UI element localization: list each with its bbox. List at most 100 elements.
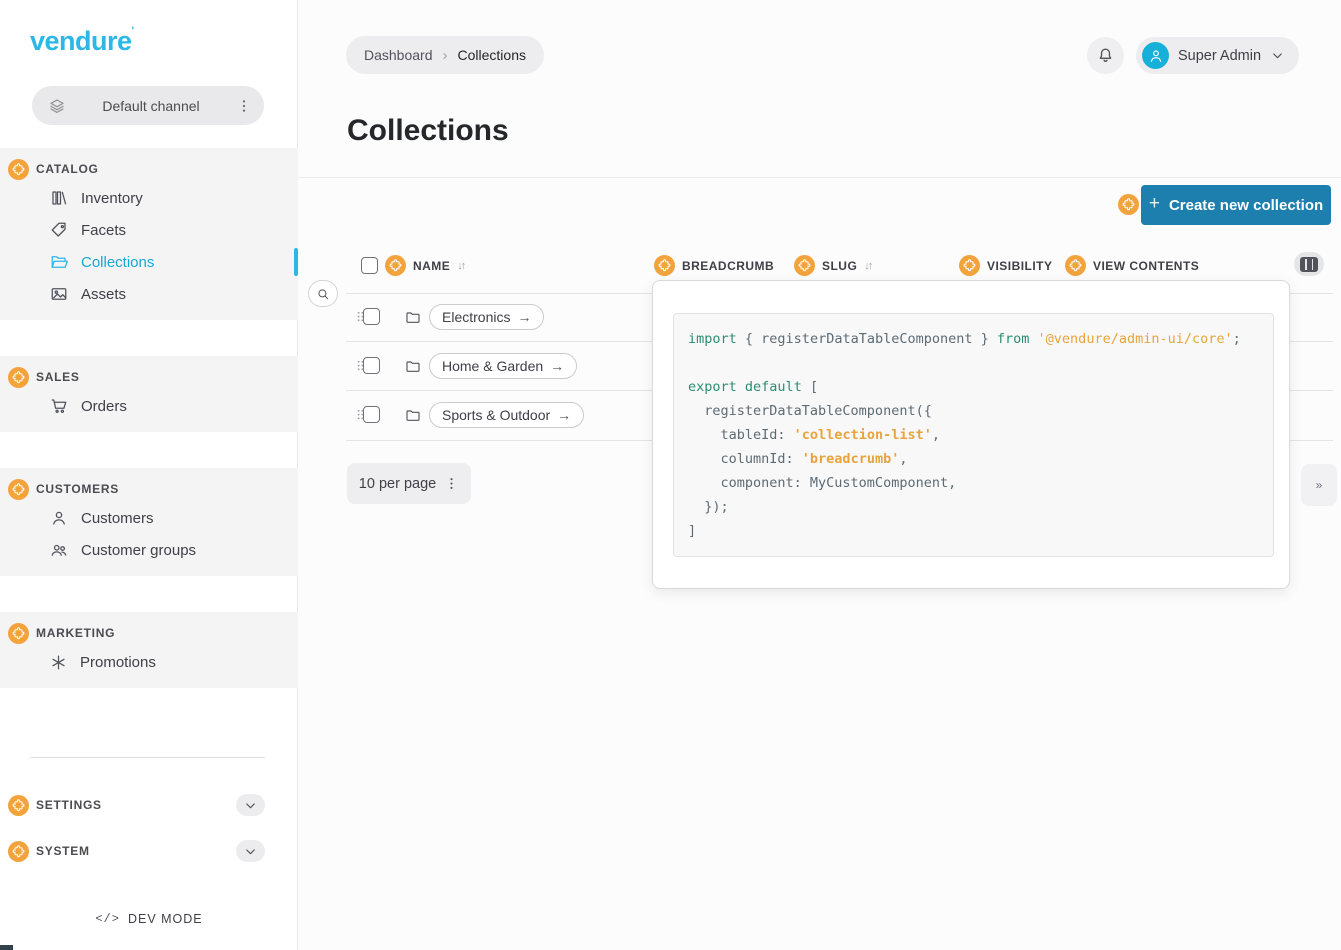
row-checkbox[interactable] bbox=[363, 308, 380, 325]
dev-extension-badge[interactable] bbox=[1118, 194, 1139, 215]
search-icon bbox=[316, 287, 330, 301]
sidebar-item-promotions[interactable]: Promotions bbox=[0, 646, 298, 678]
sort-icon[interactable]: ↓↑ bbox=[864, 260, 871, 272]
columns-icon bbox=[1300, 257, 1318, 272]
nav-group-label: CUSTOMERS bbox=[36, 482, 119, 496]
select-all-checkbox[interactable] bbox=[361, 257, 378, 274]
collection-chip-home-garden[interactable]: Home & Garden → bbox=[429, 353, 577, 379]
cart-icon bbox=[50, 397, 68, 415]
folder-icon bbox=[405, 407, 421, 423]
avatar bbox=[1142, 42, 1169, 69]
notifications-button[interactable] bbox=[1087, 37, 1124, 74]
collection-chip-sports-outdoor[interactable]: Sports & Outdoor → bbox=[429, 402, 584, 428]
expand-settings-button[interactable] bbox=[236, 794, 265, 816]
channel-menu-icon[interactable] bbox=[236, 98, 252, 114]
dev-extension-badge[interactable] bbox=[794, 255, 815, 276]
sidebar: vendure' Default channel CATALOG Invento… bbox=[0, 0, 298, 950]
dev-mode-toggle[interactable]: </> DEV MODE bbox=[0, 912, 298, 926]
dev-extension-badge[interactable] bbox=[8, 795, 29, 816]
row-checkbox[interactable] bbox=[363, 406, 380, 423]
section-label: SYSTEM bbox=[36, 844, 229, 858]
breadcrumb: Dashboard › Collections bbox=[346, 36, 544, 74]
chevron-down-icon bbox=[1270, 48, 1285, 63]
column-header-view-contents[interactable]: VIEW CONTENTS bbox=[1065, 255, 1199, 276]
promotions-icon bbox=[50, 654, 67, 671]
dev-extension-badge[interactable] bbox=[8, 623, 29, 644]
next-page-button[interactable]: » bbox=[1301, 464, 1337, 506]
row-checkbox[interactable] bbox=[363, 357, 380, 374]
dev-extension-badge[interactable] bbox=[1065, 255, 1086, 276]
dev-extension-badge[interactable] bbox=[8, 367, 29, 388]
layers-icon bbox=[48, 97, 66, 115]
nav-group-label: SALES bbox=[36, 370, 80, 384]
user-menu[interactable]: Super Admin bbox=[1136, 37, 1299, 74]
column-header-name[interactable]: NAME ↓↑ bbox=[361, 255, 464, 276]
nav-group-catalog: CATALOG Inventory Facets Collections Ass… bbox=[0, 148, 298, 320]
sidebar-item-customer-groups[interactable]: Customer groups bbox=[0, 534, 298, 566]
sidebar-section-system[interactable]: SYSTEM bbox=[0, 836, 298, 866]
bell-icon bbox=[1096, 46, 1115, 65]
nav-group-sales: SALES Orders bbox=[0, 356, 298, 432]
double-chevron-icon: » bbox=[1316, 478, 1323, 492]
create-button-label: Create new collection bbox=[1169, 197, 1323, 214]
create-new-collection-button[interactable]: + Create new collection bbox=[1141, 185, 1331, 225]
logo-trademark: ' bbox=[132, 25, 134, 37]
column-header-slug[interactable]: SLUG ↓↑ bbox=[794, 255, 871, 276]
dev-extension-badge[interactable] bbox=[959, 255, 980, 276]
breadcrumb-separator: › bbox=[443, 47, 448, 64]
search-toggle-button[interactable] bbox=[308, 280, 338, 307]
sidebar-item-collections[interactable]: Collections bbox=[0, 246, 298, 278]
toast-peek bbox=[0, 945, 13, 950]
nav-group-marketing: MARKETING Promotions bbox=[0, 612, 298, 688]
plus-icon: + bbox=[1149, 193, 1160, 215]
column-header-visibility[interactable]: VISIBILITY bbox=[959, 255, 1052, 276]
vendure-logo[interactable]: vendure' bbox=[30, 26, 134, 57]
page-title: Collections bbox=[347, 114, 509, 148]
sidebar-item-inventory[interactable]: Inventory bbox=[0, 182, 298, 214]
code-icon: </> bbox=[95, 912, 120, 926]
folder-icon bbox=[405, 309, 421, 325]
sidebar-item-customers[interactable]: Customers bbox=[0, 502, 298, 534]
dev-extension-badge[interactable] bbox=[654, 255, 675, 276]
column-picker-button[interactable] bbox=[1294, 252, 1324, 276]
header-divider bbox=[298, 177, 1341, 178]
sidebar-item-orders[interactable]: Orders bbox=[0, 390, 298, 422]
section-label: SETTINGS bbox=[36, 798, 229, 812]
user-icon bbox=[50, 509, 68, 527]
dev-extension-badge[interactable] bbox=[8, 841, 29, 862]
collection-chip-electronics[interactable]: Electronics → bbox=[429, 304, 544, 330]
channel-label: Default channel bbox=[66, 98, 236, 114]
code-block: import { registerDataTableComponent } fr… bbox=[673, 313, 1274, 557]
items-per-page-select[interactable]: 10 per page bbox=[347, 463, 471, 504]
nav-group-customers: CUSTOMERS Customers Customer groups bbox=[0, 468, 298, 576]
dev-extension-badge[interactable] bbox=[8, 479, 29, 500]
nav-group-label: CATALOG bbox=[36, 162, 99, 176]
expand-system-button[interactable] bbox=[236, 840, 265, 862]
image-icon bbox=[50, 285, 68, 303]
user-name: Super Admin bbox=[1178, 48, 1261, 64]
sort-icon[interactable]: ↓↑ bbox=[457, 260, 464, 272]
sidebar-item-assets[interactable]: Assets bbox=[0, 278, 298, 310]
arrow-right-icon: → bbox=[517, 309, 531, 325]
sidebar-item-label: Customers bbox=[81, 510, 154, 527]
sidebar-item-label: Collections bbox=[81, 254, 154, 271]
sidebar-item-label: Inventory bbox=[81, 190, 143, 207]
tag-icon bbox=[50, 221, 68, 239]
sidebar-item-label: Customer groups bbox=[81, 542, 196, 559]
channel-selector[interactable]: Default channel bbox=[32, 86, 264, 125]
library-icon bbox=[50, 189, 68, 207]
nav-group-header: CUSTOMERS bbox=[0, 476, 298, 502]
nav-group-header: CATALOG bbox=[0, 156, 298, 182]
dev-extension-badge[interactable] bbox=[385, 255, 406, 276]
sidebar-section-settings[interactable]: SETTINGS bbox=[0, 790, 298, 820]
folder-open-icon bbox=[50, 253, 68, 271]
sidebar-item-label: Promotions bbox=[80, 654, 156, 671]
breadcrumb-dashboard[interactable]: Dashboard bbox=[364, 47, 433, 63]
dev-extension-badge[interactable] bbox=[8, 159, 29, 180]
sidebar-item-label: Assets bbox=[81, 286, 126, 303]
per-page-label: 10 per page bbox=[359, 476, 436, 492]
column-header-breadcrumb[interactable]: BREADCRUMB bbox=[654, 255, 774, 276]
breadcrumb-collections[interactable]: Collections bbox=[458, 47, 526, 63]
kebab-icon bbox=[444, 476, 459, 491]
sidebar-item-facets[interactable]: Facets bbox=[0, 214, 298, 246]
